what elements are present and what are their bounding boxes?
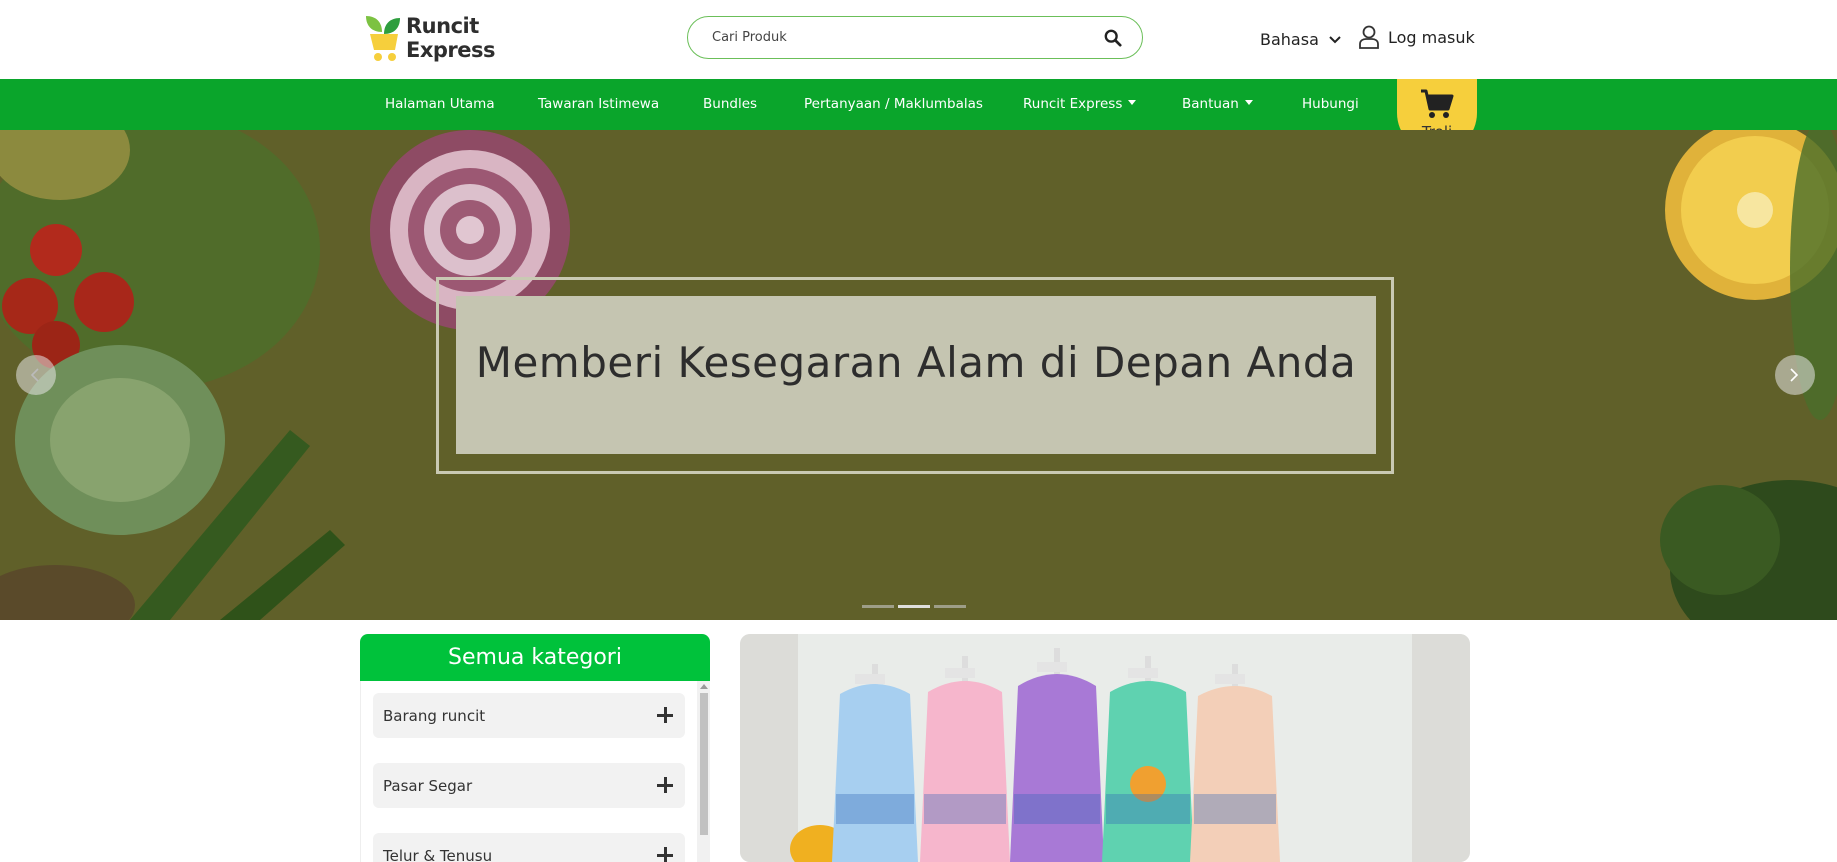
shopping-cart-icon <box>1421 89 1454 118</box>
carousel-indicator[interactable] <box>862 605 894 608</box>
logo-line-1: Runcit <box>406 14 479 38</box>
search-placeholder: Cari Produk <box>712 30 787 45</box>
category-label: Telur & Tenusu <box>383 847 493 862</box>
caret-down-icon <box>1128 100 1137 105</box>
category-list: Barang runcit Pasar Segar Telur & Tenusu <box>360 681 710 862</box>
search-input[interactable]: Cari Produk <box>687 16 1143 59</box>
language-label: Bahasa <box>1260 30 1319 49</box>
nav-item-special-offers[interactable]: Tawaran Istimewa <box>538 96 659 112</box>
user-icon <box>1359 25 1379 49</box>
carousel-next-button[interactable] <box>1775 355 1815 395</box>
site-logo[interactable]: Runcit Express <box>362 14 512 66</box>
caret-down-icon <box>1244 100 1253 105</box>
login-link[interactable]: Log masuk <box>1358 25 1475 49</box>
nav-item-runcit-express[interactable]: Runcit Express <box>1023 96 1137 112</box>
main-nav: Halaman Utama Tawaran Istimewa Bundles P… <box>0 79 1837 130</box>
category-title: Semua kategori <box>448 645 622 670</box>
nav-item-faq[interactable]: Pertanyaan / Maklumbalas <box>804 96 983 112</box>
hero-carousel: Memberi Kesegaran Alam di Depan Anda <box>0 130 1837 620</box>
hero-title: Memberi Kesegaran Alam di Depan Anda <box>475 338 1357 387</box>
carousel-indicators <box>862 605 966 608</box>
nav-item-runcit-express-label: Runcit Express <box>1023 96 1123 112</box>
logo-leaf-cart-icon <box>366 16 400 61</box>
nav-item-help[interactable]: Bantuan <box>1182 96 1253 112</box>
carousel-indicator[interactable] <box>934 605 966 608</box>
login-label: Log masuk <box>1388 27 1475 47</box>
carousel-prev-button[interactable] <box>16 355 56 395</box>
plus-icon[interactable] <box>657 847 673 862</box>
nav-item-home[interactable]: Halaman Utama <box>385 96 495 112</box>
scroll-up-arrow-icon[interactable] <box>700 684 708 689</box>
category-panel: Semua kategori Barang runcit Pasar Segar… <box>360 634 710 862</box>
search-icon[interactable] <box>1104 29 1122 47</box>
site-header: Runcit Express Cari Produk Bahasa Log ma… <box>0 0 1837 79</box>
language-dropdown[interactable]: Bahasa <box>1260 30 1341 49</box>
nav-item-contact[interactable]: Hubungi <box>1302 96 1359 112</box>
chevron-left-icon <box>30 368 39 382</box>
carousel-indicator-active[interactable] <box>898 605 930 608</box>
scroll-thumb[interactable] <box>700 693 708 835</box>
chevron-down-icon <box>1329 35 1341 43</box>
nav-item-help-label: Bantuan <box>1182 96 1239 112</box>
category-item-pasar-segar[interactable]: Pasar Segar <box>373 763 685 808</box>
chevron-right-icon <box>1790 368 1799 382</box>
category-label: Pasar Segar <box>383 777 473 795</box>
plus-icon[interactable] <box>657 777 673 793</box>
category-scrollbar[interactable] <box>697 681 710 862</box>
promo-banner[interactable] <box>740 634 1470 862</box>
category-header: Semua kategori <box>360 634 710 681</box>
category-label: Barang runcit <box>383 707 486 725</box>
promo-product-image <box>740 634 1470 862</box>
logo-text: Runcit Express <box>406 14 496 62</box>
category-item-telur-tenusu[interactable]: Telur & Tenusu <box>373 833 685 862</box>
logo-line-2: Express <box>406 38 496 62</box>
plus-icon[interactable] <box>657 707 673 723</box>
nav-item-bundles[interactable]: Bundles <box>703 96 757 112</box>
category-item-barang-runcit[interactable]: Barang runcit <box>373 693 685 738</box>
